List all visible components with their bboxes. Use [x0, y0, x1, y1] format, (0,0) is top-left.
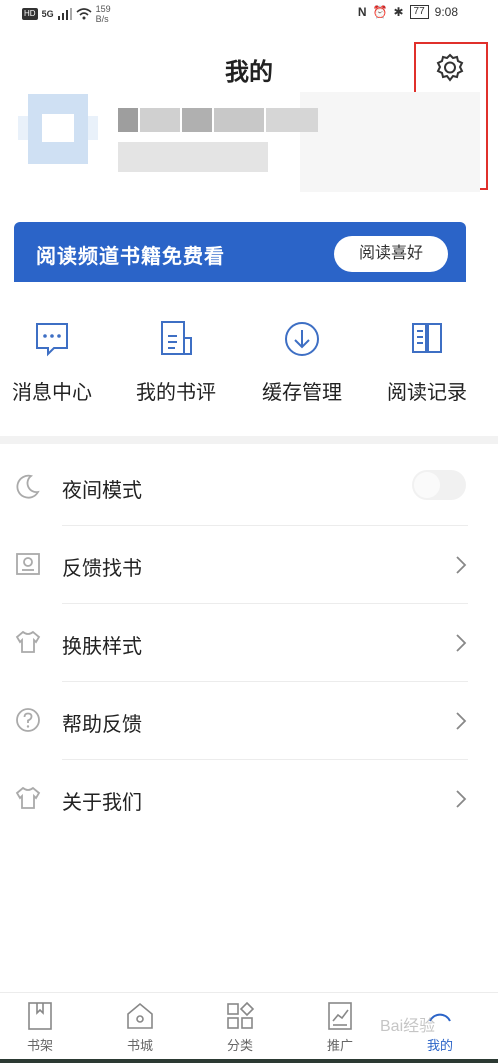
- search-book-icon: [16, 553, 40, 575]
- category-icon: [227, 1001, 255, 1029]
- toggle-knob: [414, 472, 440, 498]
- menu-item-label: 换肤样式: [62, 636, 142, 658]
- quick-action-messages[interactable]: 消息中心: [0, 318, 107, 405]
- signal-indicator: 5G: [41, 9, 54, 19]
- tab-bookshelf[interactable]: 书架: [10, 1001, 70, 1054]
- quick-action-reviews[interactable]: 我的书评: [121, 318, 231, 405]
- menu-item-label: 关于我们: [62, 792, 142, 814]
- shirt-icon: [15, 786, 41, 809]
- quick-actions: 消息中心 我的书评 缓存管理 阅读记录: [0, 318, 498, 418]
- network-speed: 159 B/s: [96, 4, 111, 24]
- banner-text: 阅读频道书籍免费看: [36, 246, 225, 268]
- signal-bars-icon: [57, 8, 72, 20]
- chevron-right-icon: [456, 556, 467, 574]
- tab-label: 我的: [426, 1038, 453, 1053]
- chart-icon: [328, 1002, 352, 1030]
- quick-action-label: 缓存管理: [262, 382, 342, 404]
- tab-label: 推广: [326, 1038, 353, 1053]
- tab-promotion[interactable]: 推广: [310, 1001, 370, 1054]
- speed-value: 159: [95, 4, 111, 14]
- clock: 9:08: [434, 5, 458, 19]
- tab-label: 书城: [126, 1038, 153, 1053]
- username-redacted: [118, 108, 318, 132]
- menu-item-about[interactable]: 关于我们: [0, 760, 498, 838]
- bookshelf-icon: [28, 1002, 52, 1030]
- tab-category[interactable]: 分类: [210, 1001, 270, 1054]
- section-divider: [0, 436, 498, 444]
- hd-indicator: HD: [22, 8, 38, 20]
- download-icon: [285, 322, 319, 356]
- battery-indicator: 77: [409, 5, 429, 19]
- avatar[interactable]: [18, 94, 98, 164]
- chevron-right-icon: [456, 712, 467, 730]
- quick-action-label: 阅读记录: [387, 382, 467, 404]
- quick-action-history[interactable]: 阅读记录: [372, 318, 482, 405]
- night-mode-toggle[interactable]: [412, 470, 466, 500]
- chevron-right-icon: [456, 790, 467, 808]
- speed-unit: B/s: [95, 14, 109, 24]
- reading-preference-button[interactable]: 阅读喜好: [334, 236, 448, 272]
- menu-item-feedback-book[interactable]: 反馈找书: [0, 526, 498, 604]
- screen-bottom-edge: [0, 1059, 498, 1063]
- promo-banner[interactable]: 阅读频道书籍免费看 阅读喜好: [14, 222, 466, 282]
- open-book-icon: [412, 323, 442, 353]
- moon-icon: [16, 474, 40, 499]
- book-review-icon: [161, 321, 192, 355]
- baidu-watermark: Bai经验: [380, 1018, 436, 1035]
- nfc-icon: N: [357, 5, 367, 19]
- tab-label: 书架: [26, 1038, 53, 1053]
- quick-action-label: 消息中心: [12, 382, 92, 404]
- menu-item-night-mode[interactable]: 夜间模式: [0, 448, 498, 526]
- status-bar: HD 5G 159 B/s N ⏰ ✱ 77 9:08: [0, 0, 498, 30]
- quick-action-cache[interactable]: 缓存管理: [247, 318, 357, 405]
- tab-store[interactable]: 书城: [110, 1001, 170, 1054]
- message-icon: [36, 323, 68, 357]
- tab-label: 分类: [226, 1038, 253, 1053]
- wifi-icon: [76, 8, 92, 20]
- user-info-redacted: [118, 142, 268, 172]
- menu-item-label: 帮助反馈: [62, 714, 142, 736]
- menu-item-skin[interactable]: 换肤样式: [0, 604, 498, 682]
- alarm-icon: ⏰: [372, 5, 388, 19]
- profile-blur-region: [300, 92, 480, 192]
- chevron-right-icon: [456, 634, 467, 652]
- menu-item-help[interactable]: 帮助反馈: [0, 682, 498, 760]
- question-icon: [16, 708, 40, 732]
- settings-menu: 夜间模式 反馈找书 换肤样式 帮助反馈 关于我们: [0, 448, 498, 838]
- menu-item-label: 夜间模式: [62, 480, 142, 502]
- shirt-icon: [15, 630, 41, 653]
- quick-action-label: 我的书评: [136, 382, 216, 404]
- store-icon: [127, 1002, 153, 1029]
- bluetooth-icon: ✱: [393, 5, 404, 19]
- menu-item-label: 反馈找书: [62, 558, 142, 580]
